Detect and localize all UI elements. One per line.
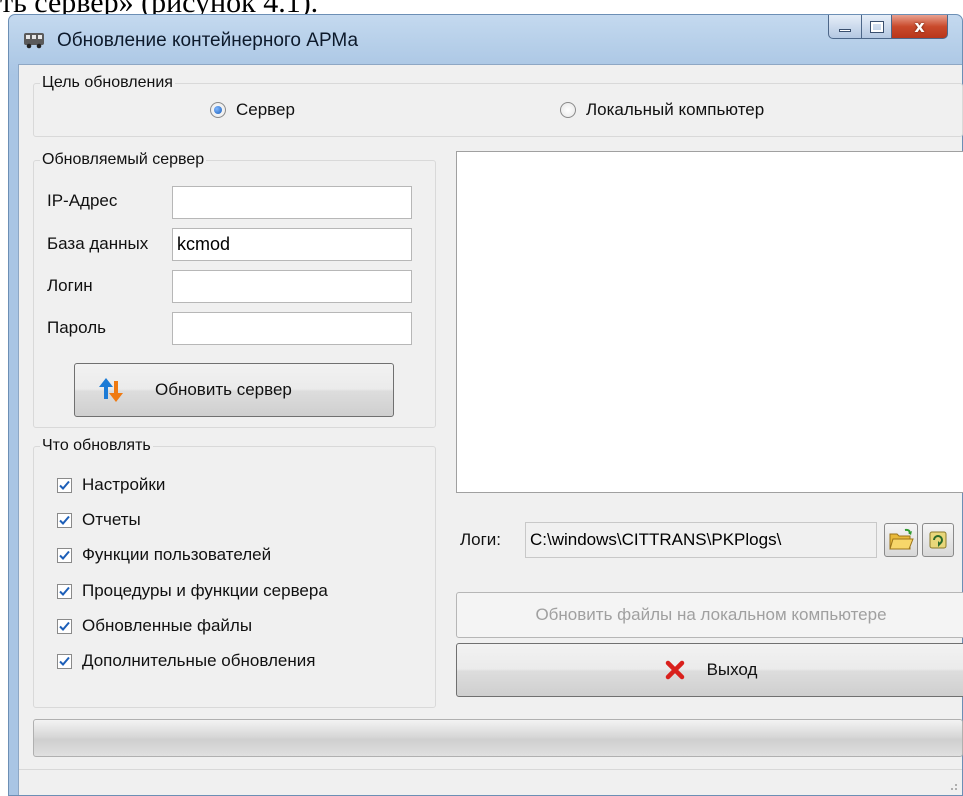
- checkbox-settings-box[interactable]: [57, 477, 72, 493]
- checkmark-icon: [59, 621, 70, 631]
- checkbox-user-functions-box[interactable]: [57, 547, 72, 563]
- checkbox-additional-updates-label: Дополнительные обновления: [82, 651, 316, 670]
- log-output-area[interactable]: [456, 151, 963, 493]
- status-separator: [19, 769, 962, 770]
- minimize-button[interactable]: [828, 15, 862, 39]
- checkbox-settings-label: Настройки: [82, 475, 166, 494]
- update-local-files-label: Обновить файлы на локальном компьютере: [535, 605, 887, 624]
- checkmark-icon: [59, 515, 70, 525]
- update-local-files-button[interactable]: Обновить файлы на локальном компьютере: [456, 592, 963, 638]
- close-button[interactable]: x: [892, 15, 948, 39]
- radio-local-computer-label: Локальный компьютер: [586, 100, 765, 119]
- logs-label: Логи:: [460, 530, 502, 549]
- exit-label: Выход: [706, 660, 758, 679]
- progress-bar: [33, 719, 963, 757]
- checkbox-updated-files-label: Обновленные файлы: [82, 616, 253, 635]
- password-label: Пароль: [47, 318, 106, 337]
- checkbox-reports-box[interactable]: [57, 512, 72, 528]
- target-group: Цель обновления Сервер Локальный компьют…: [33, 74, 963, 137]
- login-input[interactable]: [172, 270, 412, 303]
- update-server-button[interactable]: Обновить сервер: [74, 363, 394, 417]
- checkbox-user-functions[interactable]: Функции пользователей: [57, 545, 271, 565]
- target-group-label: Цель обновления: [40, 74, 175, 92]
- refresh-logs-button[interactable]: [922, 523, 954, 557]
- minimize-icon: [839, 29, 851, 32]
- checkbox-server-procedures-box[interactable]: [57, 583, 72, 599]
- update-server-label: Обновить сервер: [155, 380, 292, 399]
- logs-path-input[interactable]: [525, 522, 877, 558]
- checkbox-reports[interactable]: Отчеты: [57, 510, 141, 530]
- checkmark-icon: [59, 656, 70, 666]
- checkbox-server-procedures[interactable]: Процедуры и функции сервера: [57, 581, 328, 601]
- radio-selected-dot-icon: [214, 106, 222, 114]
- checkmark-icon: [59, 480, 70, 490]
- ip-label: IP-Адрес: [47, 191, 118, 210]
- app-window: Обновление контейнерного АРМа x Цель обн…: [8, 14, 963, 796]
- resize-grip-icon[interactable]: [948, 781, 958, 791]
- database-input[interactable]: [172, 228, 412, 261]
- database-label: База данных: [47, 234, 149, 253]
- server-group-label: Обновляемый сервер: [40, 151, 207, 169]
- radio-local-computer-circle[interactable]: [560, 102, 576, 118]
- checkbox-reports-label: Отчеты: [82, 510, 141, 529]
- radio-server[interactable]: Сервер: [210, 100, 295, 120]
- checkmark-icon: [59, 586, 70, 596]
- refresh-icon: [929, 531, 947, 549]
- window-client-area: Цель обновления Сервер Локальный компьют…: [18, 64, 963, 795]
- ip-address-input[interactable]: [172, 186, 412, 219]
- password-input[interactable]: [172, 312, 412, 345]
- bus-app-icon: [23, 31, 45, 49]
- checkbox-server-procedures-label: Процедуры и функции сервера: [82, 581, 328, 600]
- title-bar[interactable]: Обновление контейнерного АРМа x: [9, 15, 962, 65]
- checkbox-updated-files-box[interactable]: [57, 618, 72, 634]
- login-label: Логин: [47, 276, 93, 295]
- what-to-update-label: Что обновлять: [40, 437, 153, 455]
- checkbox-user-functions-label: Функции пользователей: [82, 545, 272, 564]
- maximize-button[interactable]: [862, 15, 892, 39]
- radio-local-computer[interactable]: Локальный компьютер: [560, 100, 764, 120]
- checkmark-icon: [59, 550, 70, 560]
- close-icon: x: [914, 17, 925, 36]
- checkbox-additional-updates[interactable]: Дополнительные обновления: [57, 651, 315, 671]
- refresh-arrows-icon: [95, 374, 127, 406]
- radio-server-circle[interactable]: [210, 102, 226, 118]
- checkbox-settings[interactable]: Настройки: [57, 475, 165, 495]
- maximize-icon: [870, 21, 883, 32]
- radio-server-label: Сервер: [236, 100, 295, 119]
- checkbox-additional-updates-box[interactable]: [57, 653, 72, 669]
- window-title: Обновление контейнерного АРМа: [57, 30, 359, 51]
- red-x-icon: [665, 660, 685, 680]
- window-controls: x: [828, 15, 948, 39]
- exit-button[interactable]: Выход: [456, 643, 963, 697]
- checkbox-updated-files[interactable]: Обновленные файлы: [57, 616, 252, 636]
- open-folder-button[interactable]: [884, 523, 918, 557]
- open-folder-icon: [889, 528, 914, 550]
